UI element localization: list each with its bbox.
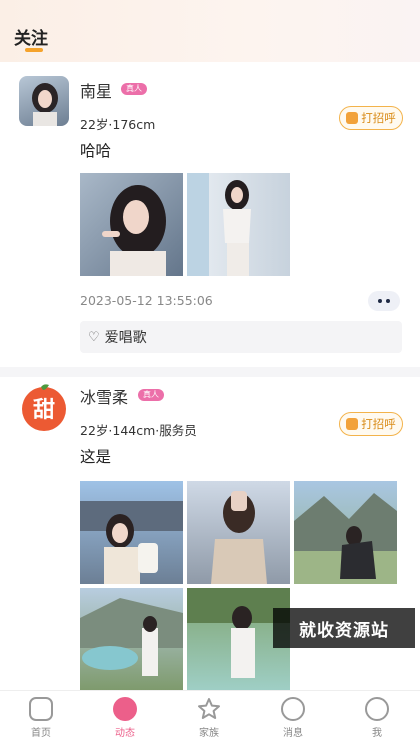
more-options-button[interactable] <box>368 291 400 311</box>
post-timestamp: 2023-05-12 13:55:06 <box>80 293 213 308</box>
heart-icon: ♡ <box>88 329 100 345</box>
avatar-text: 甜 <box>33 397 55 423</box>
post-text: 这是 <box>80 448 112 466</box>
post-text: 哈哈 <box>80 142 112 160</box>
nav-item-home[interactable]: 首页 <box>11 691 71 746</box>
user-meta: 22岁·176cm <box>80 117 156 132</box>
greet-button[interactable]: 打招呼 <box>339 106 403 130</box>
post-photo[interactable] <box>294 481 397 584</box>
nav-item-messages[interactable]: 消息 <box>263 691 323 746</box>
post-photo[interactable] <box>80 588 183 690</box>
divider <box>0 367 420 377</box>
nav-item-family[interactable]: 家族 <box>179 691 239 746</box>
nav-item-moments[interactable]: 动态 <box>95 691 155 746</box>
avatar[interactable]: 甜 <box>19 382 69 432</box>
top-bar: 关注 <box>0 0 420 62</box>
tab-follow[interactable]: 关注 <box>14 24 48 49</box>
post-photo[interactable] <box>80 173 183 276</box>
star-icon <box>197 697 221 721</box>
greet-button[interactable]: 打招呼 <box>339 412 403 436</box>
dot-icon <box>386 299 390 303</box>
post-photo[interactable] <box>80 481 183 584</box>
user-name[interactable]: 南星 <box>80 78 112 102</box>
star-shape <box>198 698 220 719</box>
verified-badge: 真人 <box>121 83 147 95</box>
post-photo[interactable] <box>187 173 290 276</box>
moments-icon <box>113 697 137 721</box>
topic-tag[interactable]: ♡ 爱唱歌 <box>80 321 402 353</box>
nav-label: 家族 <box>199 728 219 739</box>
feed[interactable]: 南星 真人 22岁·176cm 打招呼 哈哈 2023-05-12 13:55:… <box>0 62 420 690</box>
user-name[interactable]: 冰雪柔 <box>80 384 128 408</box>
wave-hand-icon <box>346 112 359 124</box>
message-icon <box>281 697 305 721</box>
photo-image <box>211 491 267 584</box>
photo-image <box>294 493 397 584</box>
photo-image <box>80 598 183 676</box>
topic-label: 爱唱歌 <box>104 330 147 346</box>
tab-indicator <box>25 48 43 52</box>
nav-label: 首页 <box>31 728 51 739</box>
nav-item-me[interactable]: 我 <box>347 691 407 746</box>
greet-label: 打招呼 <box>361 417 396 431</box>
avatar[interactable] <box>19 76 69 126</box>
avatar-logo: 甜 <box>22 384 66 431</box>
bottom-nav: 首页 动态 家族 消息 我 <box>0 690 420 746</box>
photo-image <box>187 173 251 276</box>
nav-label: 我 <box>372 728 382 739</box>
home-icon <box>29 697 53 721</box>
nav-label: 消息 <box>283 728 303 739</box>
user-meta: 22岁·144cm·服务员 <box>80 423 197 438</box>
greet-label: 打招呼 <box>361 111 396 125</box>
nav-label: 动态 <box>115 728 135 739</box>
wave-hand-icon <box>346 418 359 430</box>
post-card: 南星 真人 22岁·176cm 打招呼 哈哈 2023-05-12 13:55:… <box>0 62 420 367</box>
photo-image <box>102 185 166 276</box>
watermark: 就收资源站 <box>273 608 415 648</box>
photo-image <box>80 501 183 584</box>
verified-badge: 真人 <box>138 389 164 401</box>
profile-icon <box>365 697 389 721</box>
dot-icon <box>378 299 382 303</box>
avatar-photo <box>32 83 58 126</box>
post-photo[interactable] <box>187 481 290 584</box>
